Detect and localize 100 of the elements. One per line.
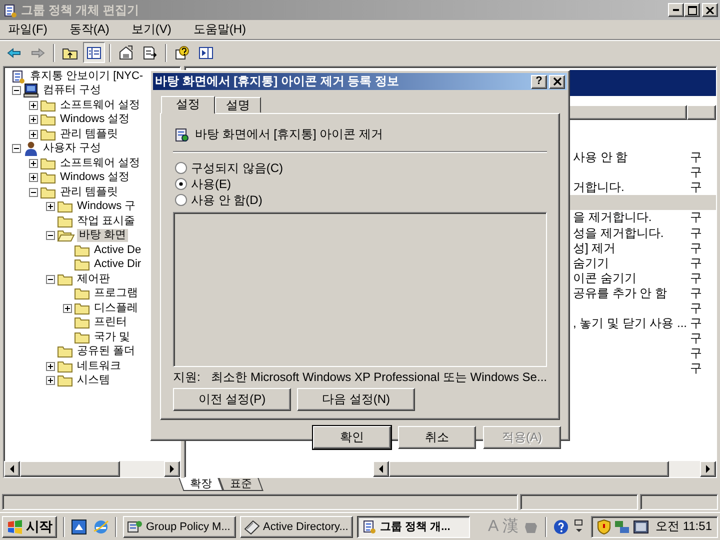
policy-name[interactable]: 거합니다. bbox=[573, 179, 624, 196]
tree-pane-button[interactable] bbox=[83, 42, 105, 63]
radio-label[interactable]: 사용(E) bbox=[191, 176, 231, 192]
scroll-right-button[interactable] bbox=[164, 461, 180, 477]
console-icon bbox=[127, 518, 143, 534]
maximize-button[interactable] bbox=[684, 3, 700, 17]
tree-item[interactable]: Active Dir bbox=[92, 258, 144, 272]
menu-item[interactable]: 도움말(H) bbox=[191, 20, 248, 39]
export-list-icon bbox=[142, 44, 158, 60]
view-tab[interactable]: 확장 bbox=[178, 478, 224, 491]
policy-name[interactable]: 공유를 추가 안 함 bbox=[573, 284, 668, 302]
horizontal-scrollbar[interactable] bbox=[4, 461, 180, 477]
minimize-button[interactable] bbox=[668, 3, 684, 17]
expand-button[interactable] bbox=[29, 188, 38, 197]
radio-button[interactable] bbox=[175, 162, 187, 174]
tree-item[interactable]: Windows 설정 bbox=[58, 113, 132, 126]
shield-icon[interactable] bbox=[596, 518, 611, 534]
nav-button[interactable]: 다음 설정(N) bbox=[297, 388, 415, 411]
comment-field[interactable] bbox=[173, 212, 547, 367]
scroll-left-button[interactable] bbox=[373, 461, 389, 477]
expand-button[interactable] bbox=[12, 86, 21, 96]
tree-item[interactable]: 공유된 폴더 bbox=[75, 345, 138, 358]
column-header[interactable] bbox=[687, 105, 716, 120]
tree-item[interactable]: 컴퓨터 구성 bbox=[41, 84, 104, 98]
policy-name[interactable]: 이콘 숨기기 bbox=[573, 270, 636, 287]
tree-item[interactable]: 제어판 bbox=[75, 272, 112, 286]
book-icon bbox=[244, 518, 260, 534]
expand-button[interactable] bbox=[29, 158, 38, 168]
taskbar-button[interactable]: 그룹 정책 개... bbox=[357, 516, 470, 538]
expand-button[interactable] bbox=[46, 376, 55, 386]
policy-state: 구 bbox=[690, 300, 702, 317]
maximize-icon bbox=[688, 6, 696, 14]
tree-item[interactable]: 시스템 bbox=[75, 374, 112, 388]
tree-item[interactable]: 프린터 bbox=[92, 316, 129, 330]
scroll-right-button[interactable] bbox=[700, 461, 716, 477]
expand-button[interactable] bbox=[12, 144, 21, 154]
radio-label[interactable]: 사용 안 함(D) bbox=[191, 192, 262, 208]
horizontal-scrollbar[interactable] bbox=[373, 461, 716, 477]
taskbar-button[interactable]: Group Policy M... bbox=[123, 516, 236, 538]
menu-item[interactable]: 동작(A) bbox=[67, 20, 112, 39]
radio-button[interactable] bbox=[175, 178, 187, 190]
help-icon[interactable] bbox=[552, 518, 569, 534]
close-button[interactable] bbox=[549, 74, 565, 88]
tree-item[interactable]: Windows 설정 bbox=[58, 171, 132, 184]
tree-item[interactable]: 프로그램 bbox=[92, 287, 140, 300]
browser-icon[interactable] bbox=[93, 518, 109, 534]
policy-name[interactable]: 성] 제거 bbox=[573, 240, 616, 257]
start-button[interactable]: 시작 bbox=[2, 516, 57, 538]
tree-item[interactable]: 국가 및 bbox=[92, 330, 132, 344]
policy-name[interactable]: , 놓기 및 닫기 사용 ... bbox=[573, 315, 688, 332]
expand-button[interactable] bbox=[46, 231, 55, 240]
tree-item[interactable]: 디스플레 bbox=[92, 302, 140, 315]
policy-name[interactable]: 을 제거합니다. bbox=[573, 209, 652, 226]
taskbar-button[interactable]: Active Directory... bbox=[240, 516, 353, 538]
expand-button[interactable] bbox=[46, 202, 55, 212]
folder-icon bbox=[57, 200, 73, 214]
policy-state: 구 bbox=[690, 149, 702, 166]
user-icon bbox=[23, 141, 39, 156]
dialog-button[interactable]: 확인 bbox=[313, 426, 391, 449]
tree-item[interactable]: 소프트웨어 설정 bbox=[58, 156, 142, 170]
scroll-thumb[interactable] bbox=[20, 461, 120, 477]
tree-item[interactable]: Active De bbox=[92, 244, 144, 257]
policy-name[interactable]: 숨기기 bbox=[573, 254, 609, 272]
folder-icon bbox=[57, 214, 73, 228]
help-button[interactable]: ? bbox=[531, 74, 547, 88]
scroll-icon bbox=[10, 68, 26, 84]
desktop-icon[interactable] bbox=[71, 518, 87, 534]
tree-item[interactable]: 작업 표시줄 bbox=[75, 214, 138, 228]
tree-item[interactable]: 휴지통 안보이기 [NYC- bbox=[28, 70, 146, 83]
tree-item[interactable]: 사용자 구성 bbox=[41, 142, 104, 156]
expand-button[interactable] bbox=[46, 362, 55, 371]
left-triangle-icon bbox=[8, 465, 16, 473]
close-button[interactable] bbox=[702, 3, 718, 17]
nav-button[interactable]: 이전 설정(P) bbox=[173, 388, 291, 411]
expand-button[interactable] bbox=[29, 115, 38, 124]
scroll-left-button[interactable] bbox=[4, 461, 20, 477]
tree-item[interactable]: 네트워크 bbox=[75, 360, 123, 373]
tree-item[interactable]: 바탕 화면 bbox=[77, 229, 128, 242]
scroll-thumb[interactable] bbox=[389, 461, 669, 477]
dialog-button[interactable]: 취소 bbox=[398, 426, 476, 449]
tab[interactable]: 설명 bbox=[215, 97, 261, 113]
expand-button[interactable] bbox=[63, 304, 72, 313]
tab[interactable]: 설정 bbox=[161, 96, 215, 114]
expand-button[interactable] bbox=[29, 130, 38, 139]
tree-item[interactable]: 관리 템플릿 bbox=[58, 186, 120, 199]
radio-label[interactable]: 구성되지 않음(C) bbox=[191, 160, 283, 176]
display-icon[interactable] bbox=[632, 518, 649, 534]
view-tab[interactable]: 표준 bbox=[218, 478, 264, 491]
tree-item[interactable]: Windows 구 bbox=[75, 200, 138, 214]
expand-button[interactable] bbox=[29, 100, 38, 110]
radio-button[interactable] bbox=[175, 194, 187, 206]
menu-item[interactable]: 보기(V) bbox=[129, 20, 174, 39]
tree-item[interactable]: 소프트웨어 설정 bbox=[58, 98, 142, 112]
expand-button[interactable] bbox=[29, 173, 38, 182]
expand-button[interactable] bbox=[46, 274, 55, 284]
menu-item[interactable]: 파일(F) bbox=[6, 20, 50, 39]
policy-name[interactable]: 성을 제거합니다. bbox=[573, 224, 664, 242]
tree-item[interactable]: 관리 템플릿 bbox=[58, 128, 120, 141]
network-icon[interactable] bbox=[572, 518, 585, 534]
policy-name[interactable]: 사용 안 함 bbox=[573, 149, 628, 166]
